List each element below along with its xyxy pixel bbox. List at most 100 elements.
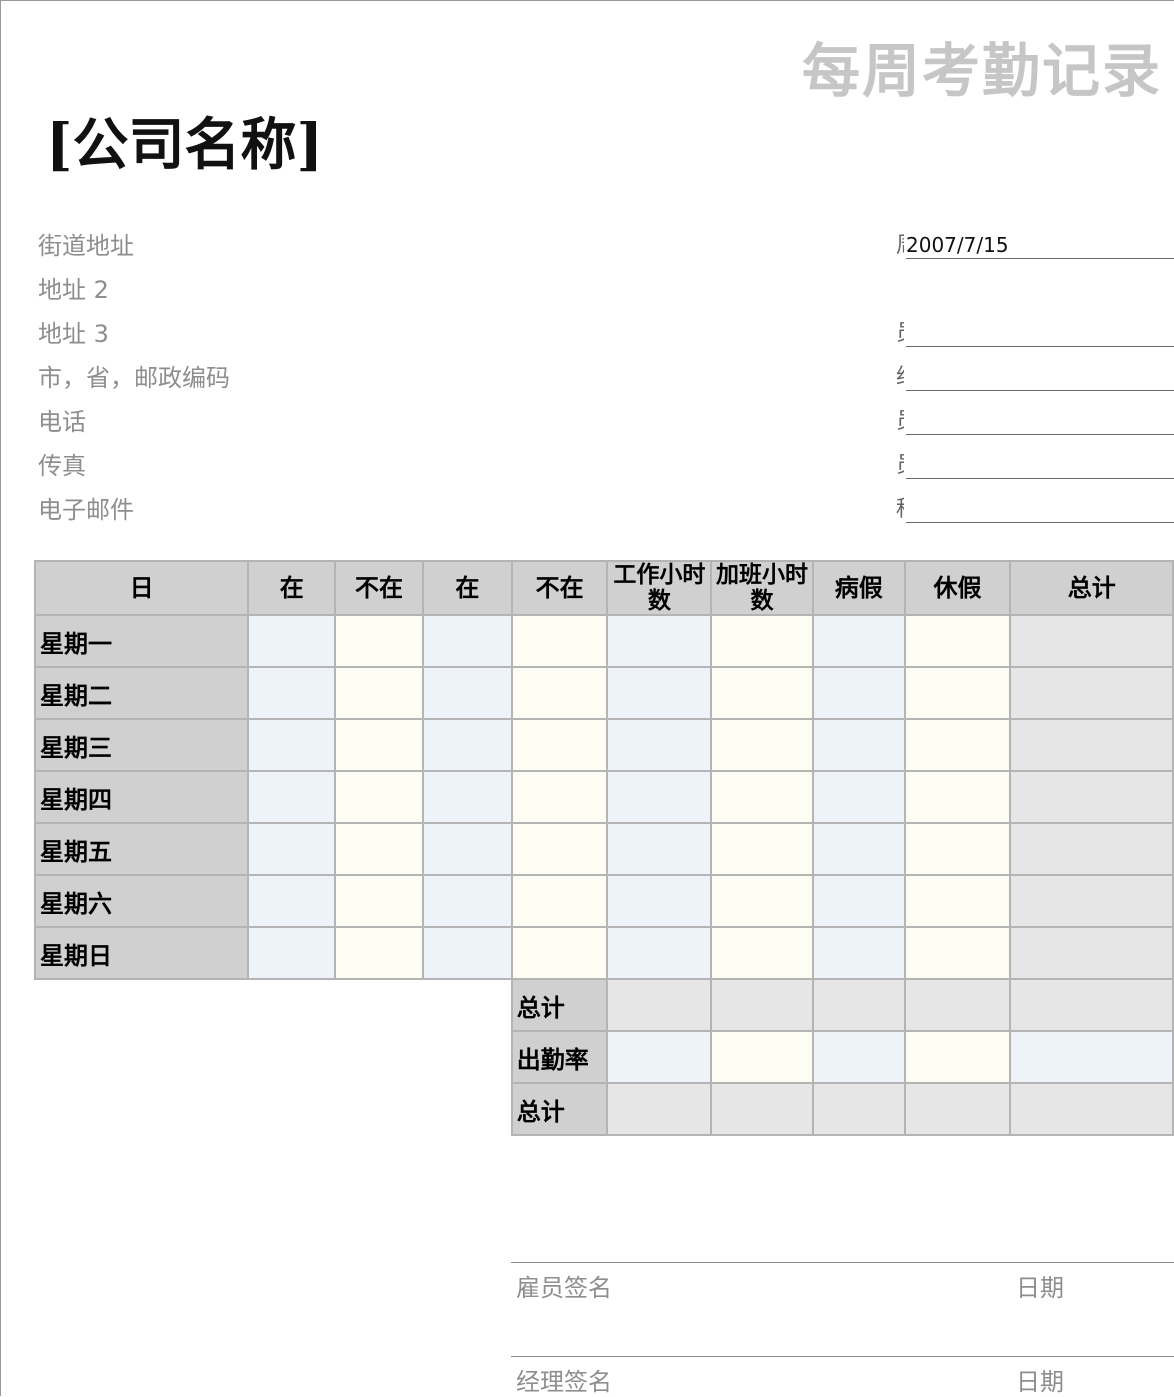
cell-sick-leave[interactable] — [811, 822, 906, 876]
employee-signature-line[interactable] — [511, 1262, 1174, 1263]
table-row: 星期四 — [33, 770, 1174, 824]
cell-in-2[interactable] — [421, 614, 513, 668]
address-line-3[interactable]: 地址 3 — [38, 314, 230, 358]
cell-in-2[interactable] — [421, 874, 513, 928]
manager-field[interactable] — [906, 362, 1174, 391]
summary-cell-sick-leave[interactable] — [811, 1030, 906, 1084]
summary-cell-sick-leave[interactable] — [811, 1082, 906, 1136]
cell-work-hours[interactable] — [606, 874, 713, 928]
city-province-postal[interactable]: 市，省，邮政编码 — [38, 358, 230, 402]
summary-cell-work-hours[interactable] — [606, 978, 713, 1032]
cell-out-1[interactable] — [334, 770, 424, 824]
attendance-table: 日 在 不在 在 不在 工作小时数 加班小时数 病假 休假 总计 星期一 星期二星… — [33, 560, 1174, 1136]
cell-in-1[interactable] — [247, 666, 337, 720]
summary-cell-overtime-hours[interactable] — [710, 1030, 814, 1084]
cell-vacation[interactable] — [903, 666, 1012, 720]
phone[interactable]: 电话 — [38, 402, 230, 446]
cell-sick-leave[interactable] — [811, 770, 906, 824]
cell-sick-leave[interactable] — [811, 666, 906, 720]
summary-cell-total[interactable] — [1009, 978, 1174, 1032]
week-value-field[interactable]: 2007/7/15 — [906, 230, 1174, 259]
cell-overtime-hours[interactable] — [710, 718, 814, 772]
cell-out-2[interactable] — [510, 666, 609, 720]
cell-out-1[interactable] — [334, 822, 424, 876]
cell-out-2[interactable] — [510, 822, 609, 876]
manager-signature-line[interactable] — [511, 1356, 1174, 1357]
cell-in-2[interactable] — [421, 926, 513, 980]
cell-out-1[interactable] — [334, 614, 424, 668]
cell-work-hours[interactable] — [606, 770, 713, 824]
address-line-2[interactable]: 地址 2 — [38, 270, 230, 314]
cell-out-2[interactable] — [510, 926, 609, 980]
blank-cell — [35, 1083, 512, 1135]
cell-in-1[interactable] — [247, 718, 337, 772]
cell-overtime-hours[interactable] — [710, 874, 814, 928]
cell-in-1[interactable] — [247, 822, 337, 876]
cell-in-2[interactable] — [421, 666, 513, 720]
cell-work-hours[interactable] — [606, 822, 713, 876]
cell-in-2[interactable] — [421, 822, 513, 876]
cell-total[interactable] — [1009, 822, 1174, 876]
email[interactable]: 电子邮件 — [38, 490, 230, 534]
summary-cell-work-hours[interactable] — [606, 1082, 713, 1136]
summary-cell-total[interactable] — [1009, 1030, 1174, 1084]
summary-cell-work-hours[interactable] — [606, 1030, 713, 1084]
cell-out-2[interactable] — [510, 614, 609, 668]
cell-out-1[interactable] — [334, 666, 424, 720]
cell-overtime-hours[interactable] — [710, 926, 814, 980]
cell-out-2[interactable] — [510, 718, 609, 772]
cell-work-hours[interactable] — [606, 718, 713, 772]
employee-row: 员 — [896, 314, 1174, 358]
cell-out-1[interactable] — [334, 926, 424, 980]
cell-vacation[interactable] — [903, 822, 1012, 876]
summary-cell-vacation[interactable] — [903, 1082, 1012, 1136]
cell-work-hours[interactable] — [606, 666, 713, 720]
pay-type-field[interactable] — [906, 494, 1174, 523]
cell-sick-leave[interactable] — [811, 614, 906, 668]
cell-out-2[interactable] — [510, 770, 609, 824]
summary-cell-overtime-hours[interactable] — [710, 1082, 814, 1136]
cell-vacation[interactable] — [903, 770, 1012, 824]
summary-cell-vacation[interactable] — [903, 1030, 1012, 1084]
employee-email-field[interactable] — [906, 450, 1174, 479]
cell-total[interactable] — [1009, 926, 1174, 980]
cell-overtime-hours[interactable] — [710, 822, 814, 876]
summary-cell-vacation[interactable] — [903, 978, 1012, 1032]
cell-total[interactable] — [1009, 770, 1174, 824]
cell-total[interactable] — [1009, 666, 1174, 720]
cell-in-1[interactable] — [247, 874, 337, 928]
summary-cell-total[interactable] — [1009, 1082, 1174, 1136]
cell-vacation[interactable] — [903, 718, 1012, 772]
cell-sick-leave[interactable] — [811, 926, 906, 980]
cell-in-1[interactable] — [247, 770, 337, 824]
cell-overtime-hours[interactable] — [710, 770, 814, 824]
summary-cell-overtime-hours[interactable] — [710, 978, 814, 1032]
cell-in-2[interactable] — [421, 770, 513, 824]
cell-work-hours[interactable] — [606, 926, 713, 980]
cell-in-1[interactable] — [247, 926, 337, 980]
employee-field[interactable] — [906, 318, 1174, 347]
cell-sick-leave[interactable] — [811, 874, 906, 928]
cell-sick-leave[interactable] — [811, 718, 906, 772]
company-name[interactable]: [公司名称] — [46, 100, 323, 181]
cell-out-1[interactable] — [334, 874, 424, 928]
cell-overtime-hours[interactable] — [710, 666, 814, 720]
cell-work-hours[interactable] — [606, 614, 713, 668]
fax[interactable]: 传真 — [38, 446, 230, 490]
summary-cell-sick-leave[interactable] — [811, 978, 906, 1032]
cell-vacation[interactable] — [903, 874, 1012, 928]
cell-in-2[interactable] — [421, 718, 513, 772]
cell-vacation[interactable] — [903, 926, 1012, 980]
employee-phone-field[interactable] — [906, 406, 1174, 435]
cell-total[interactable] — [1009, 614, 1174, 668]
cell-total[interactable] — [1009, 874, 1174, 928]
cell-out-2[interactable] — [510, 874, 609, 928]
cell-total[interactable] — [1009, 718, 1174, 772]
cell-out-1[interactable] — [334, 718, 424, 772]
cell-overtime-hours[interactable] — [710, 614, 814, 668]
page-border-top — [0, 0, 1174, 1]
pay-type-label: 种 — [896, 494, 904, 526]
cell-vacation[interactable] — [903, 614, 1012, 668]
street-address[interactable]: 街道地址 — [38, 226, 230, 270]
cell-in-1[interactable] — [247, 614, 337, 668]
